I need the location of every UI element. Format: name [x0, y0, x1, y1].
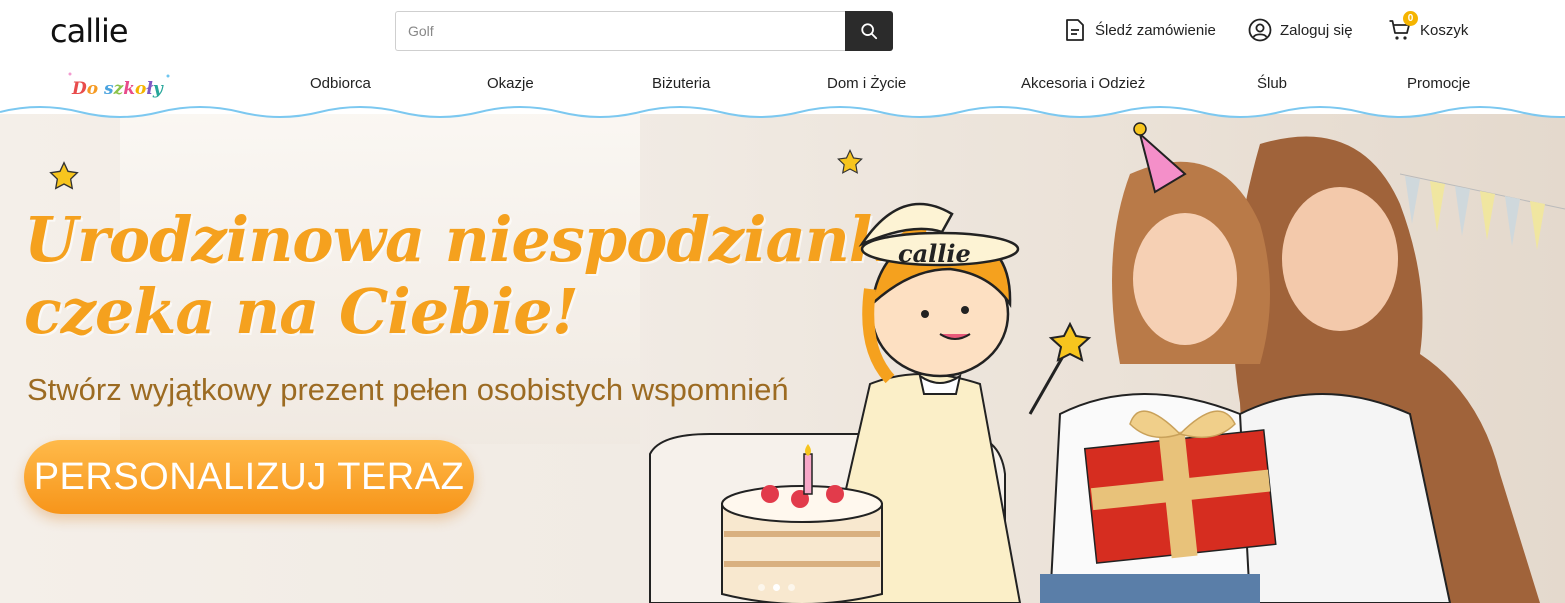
nav-item-dom-i-zycie[interactable]: Dom i Życie	[827, 75, 906, 92]
track-order-link[interactable]: Śledź zamówienie	[1063, 18, 1216, 42]
carousel-dot[interactable]	[788, 584, 795, 591]
nav-item-okazje[interactable]: Okazje	[487, 75, 534, 92]
hero-illustration: callie	[649, 122, 1565, 603]
login-link[interactable]: Zaloguj się	[1248, 18, 1353, 42]
bunting-decoration	[1399, 173, 1565, 250]
svg-text:Do szkoły: Do szkoły	[71, 79, 164, 99]
cart-link[interactable]: 0 Koszyk	[1388, 11, 1469, 42]
cart-label: Koszyk	[1420, 21, 1469, 39]
search-bar	[395, 11, 893, 51]
nav-item-slub[interactable]: Ślub	[1257, 75, 1287, 92]
document-icon	[1063, 18, 1087, 42]
search-icon	[861, 23, 878, 40]
nav-item-akcesoria-i-odziez[interactable]: Akcesoria i Odzież	[1021, 75, 1145, 92]
hero-banner[interactable]: Urodzinowa niespodzianka czeka na Ciebie…	[0, 114, 1565, 603]
cart-icon: 0	[1388, 11, 1418, 42]
cart-count-badge: 0	[1403, 11, 1418, 26]
carousel-pagination	[758, 584, 795, 591]
carousel-dot-active[interactable]	[773, 584, 780, 591]
login-label: Zaloguj się	[1280, 21, 1353, 39]
nav-item-promocje[interactable]: Promocje	[1407, 75, 1470, 92]
star-icon	[49, 161, 79, 190]
carousel-dot[interactable]	[758, 584, 765, 591]
wave-divider	[0, 100, 1565, 118]
track-order-label: Śledź zamówienie	[1095, 21, 1216, 39]
nav-item-odbiorca[interactable]: Odbiorca	[310, 75, 371, 92]
site-logo[interactable]: callie	[50, 12, 129, 50]
mascot-label: callie	[898, 239, 971, 268]
user-icon	[1248, 18, 1272, 42]
search-button[interactable]	[845, 11, 893, 51]
personalize-now-button[interactable]: PERSONALIZUJ TERAZ	[24, 440, 474, 514]
nav-item-bizuteria[interactable]: Biżuteria	[652, 75, 710, 92]
top-header: callie Śledź zamówienie Z	[0, 0, 1565, 62]
search-input[interactable]	[395, 11, 845, 51]
